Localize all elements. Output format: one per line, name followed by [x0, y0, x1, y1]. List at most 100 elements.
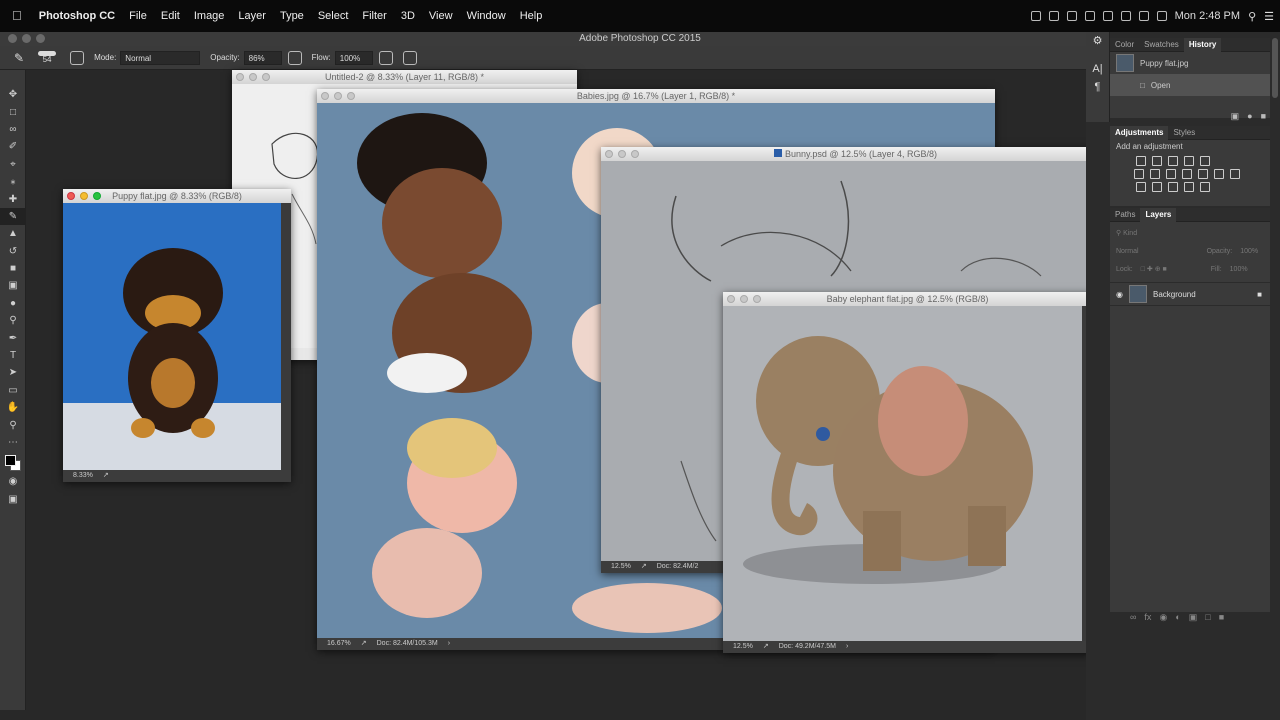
wifi-icon[interactable]	[1120, 11, 1131, 21]
minimize-window-button[interactable]	[22, 34, 31, 43]
hand-tool-icon[interactable]: ✋	[0, 399, 26, 416]
panel-scrollbar[interactable]	[1270, 32, 1280, 720]
apple-menu-icon[interactable]: 	[0, 0, 29, 32]
tab-color[interactable]: Color	[1110, 38, 1139, 52]
grid-icon[interactable]	[1230, 169, 1240, 179]
tab-layers[interactable]: Layers	[1140, 207, 1177, 222]
history-brush-tool-icon[interactable]: ↺	[0, 243, 26, 260]
time-machine-icon[interactable]	[1102, 11, 1113, 21]
visibility-eye-icon[interactable]: ◉	[1116, 290, 1123, 299]
color-balance-icon[interactable]	[1150, 169, 1160, 179]
notification-icon[interactable]: ☰	[1264, 10, 1274, 23]
layer-style-icon[interactable]: fx	[1144, 612, 1151, 623]
doc-canvas[interactable]	[63, 203, 291, 470]
doc-size[interactable]: Doc: 82.4M/2	[657, 563, 699, 570]
eyedropper-tool-icon[interactable]: ⁎	[0, 173, 26, 190]
tab-adjustments[interactable]: Adjustments	[1110, 125, 1169, 140]
zoom-tool-icon[interactable]: ⚲	[0, 416, 26, 433]
new-document-from-state-icon[interactable]: ▣	[1231, 111, 1240, 122]
close-button[interactable]	[321, 92, 329, 100]
app-menu[interactable]: Photoshop CC	[29, 0, 122, 32]
levels-icon[interactable]	[1152, 156, 1162, 166]
foreground-color-swatch[interactable]	[5, 455, 16, 467]
flag-icon[interactable]	[1156, 11, 1167, 21]
battery-icon[interactable]	[1138, 11, 1149, 21]
camera-icon[interactable]: ●	[1247, 111, 1252, 122]
adjustment-layer-icon[interactable]: ◐	[1175, 612, 1180, 623]
minimize-button[interactable]	[80, 192, 88, 200]
bluetooth-icon[interactable]	[1048, 11, 1059, 21]
layer-name[interactable]: Background	[1153, 290, 1196, 299]
doc-size[interactable]: Doc: 49.2M/47.5M	[779, 643, 836, 650]
minimize-button[interactable]	[334, 92, 342, 100]
layer-opacity-field[interactable]: 100%	[1240, 248, 1258, 255]
doc-title-bar[interactable]: Bunny.psd @ 12.5% (Layer 4, RGB/8)	[601, 147, 1110, 161]
vibrance-icon[interactable]	[1200, 156, 1210, 166]
doc-canvas[interactable]	[723, 306, 1092, 641]
doc-title-bar[interactable]: Puppy flat.jpg @ 8.33% (RGB/8)	[63, 189, 291, 203]
menu-image[interactable]: Image	[187, 0, 232, 32]
blend-mode-select[interactable]: Normal	[1116, 248, 1139, 255]
menu-window[interactable]: Window	[460, 0, 513, 32]
filter-kind-select[interactable]: ⚲ Kind	[1116, 229, 1137, 237]
brightness-icon[interactable]	[1136, 156, 1146, 166]
doc-title-bar[interactable]: Untitled-2 @ 8.33% (Layer 11, RGB/8) *	[232, 70, 577, 84]
delete-layer-icon[interactable]: ■	[1219, 612, 1224, 623]
opacity-field[interactable]: 86%	[243, 50, 282, 65]
menu-view[interactable]: View	[422, 0, 460, 32]
brush-tool-icon[interactable]: ✎	[0, 207, 26, 226]
close-button[interactable]	[605, 150, 613, 158]
clone-stamp-tool-icon[interactable]: ▲	[0, 225, 26, 242]
layer-row[interactable]: ◉ Background ■	[1110, 282, 1270, 306]
type-tool-icon[interactable]: T	[0, 347, 26, 364]
fill-field[interactable]: 100%	[1230, 266, 1248, 273]
share-icon[interactable]: ↗	[763, 643, 769, 650]
eraser-tool-icon[interactable]: ■	[0, 260, 26, 277]
zoom-window-button[interactable]	[36, 34, 45, 43]
mode-select[interactable]: Normal	[120, 50, 201, 65]
menu-3d[interactable]: 3D	[394, 0, 422, 32]
menu-file[interactable]: File	[122, 0, 154, 32]
photo-filter-icon[interactable]	[1182, 169, 1192, 179]
tab-styles[interactable]: Styles	[1168, 126, 1200, 140]
zoom-button[interactable]	[631, 150, 639, 158]
color-lookup-icon[interactable]	[1214, 169, 1224, 179]
pressure-opacity-icon[interactable]	[287, 50, 302, 65]
crop-tool-icon[interactable]: ⌖	[0, 156, 26, 173]
doc-title-bar[interactable]: Baby elephant flat.jpg @ 12.5% (RGB/8)	[723, 292, 1092, 306]
add-mask-icon[interactable]: ◉	[1159, 612, 1167, 623]
status-arrow-icon[interactable]: ›	[846, 643, 848, 650]
path-select-tool-icon[interactable]: ➤	[0, 364, 26, 381]
clock[interactable]: Mon 2:48 PM	[1175, 10, 1240, 22]
zoom-button[interactable]	[93, 192, 101, 200]
zoom-button[interactable]	[262, 73, 270, 81]
history-step[interactable]: □ Open	[1110, 74, 1270, 96]
black-white-icon[interactable]	[1166, 169, 1176, 179]
brush-tool-icon[interactable]: ✎	[14, 51, 24, 65]
share-icon[interactable]: ↗	[361, 640, 367, 647]
more-tools-icon[interactable]: ⋯	[0, 434, 26, 451]
scroll-thumb[interactable]	[1272, 38, 1278, 98]
menu-layer[interactable]: Layer	[231, 0, 273, 32]
marquee-tool-icon[interactable]: □	[0, 103, 26, 120]
brush-panel-toggle-icon[interactable]	[70, 50, 85, 65]
move-tool-icon[interactable]: ✥	[0, 86, 26, 103]
share-icon[interactable]: ↗	[641, 563, 647, 570]
doc-size[interactable]: Doc: 82.4M/105.3M	[377, 640, 438, 647]
new-group-icon[interactable]: ▣	[1189, 612, 1198, 623]
shape-tool-icon[interactable]: ▭	[0, 382, 26, 399]
minimize-button[interactable]	[618, 150, 626, 158]
invert-icon[interactable]	[1136, 182, 1146, 192]
pressure-size-icon[interactable]	[402, 50, 417, 65]
quick-select-tool-icon[interactable]: ✐	[0, 138, 26, 155]
blur-tool-icon[interactable]: ●	[0, 295, 26, 312]
close-button[interactable]	[727, 295, 735, 303]
zoom-level[interactable]: 8.33%	[73, 472, 93, 479]
menu-edit[interactable]: Edit	[154, 0, 187, 32]
close-button[interactable]	[67, 192, 75, 200]
menu-select[interactable]: Select	[311, 0, 356, 32]
channel-mixer-icon[interactable]	[1198, 169, 1208, 179]
zoom-level[interactable]: 16.67%	[327, 640, 351, 647]
hue-saturation-icon[interactable]	[1134, 169, 1144, 179]
tab-history[interactable]: History	[1183, 37, 1222, 52]
